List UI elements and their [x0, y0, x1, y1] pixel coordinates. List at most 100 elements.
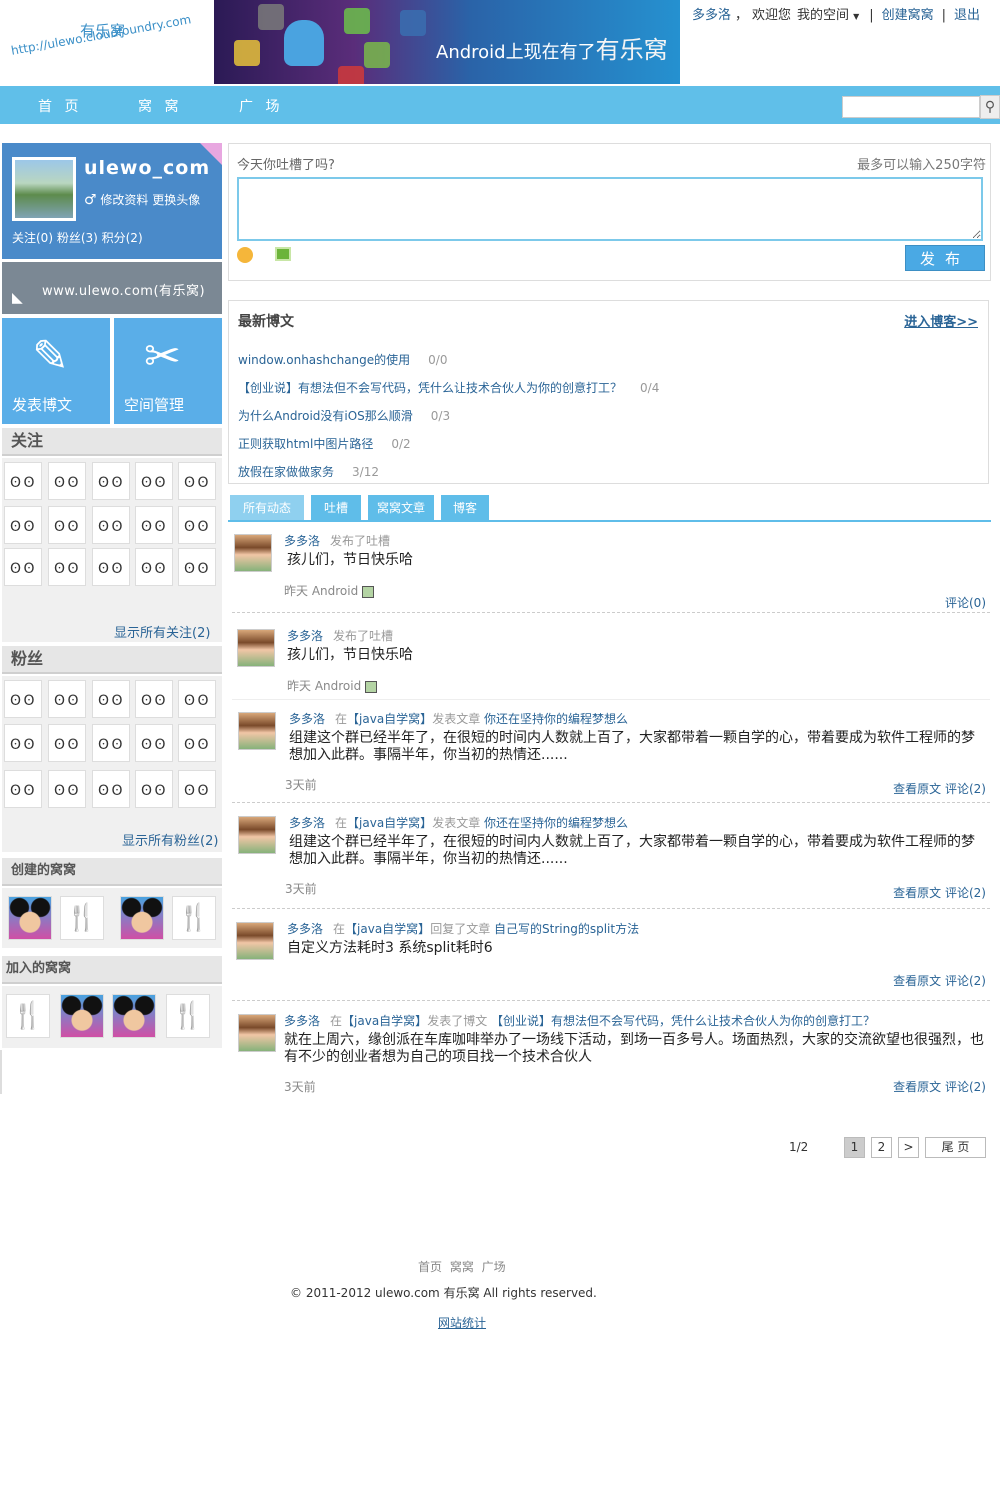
feed-user-link[interactable]: 多多洛	[287, 629, 323, 643]
publish-button[interactable]: 发布	[905, 245, 985, 271]
follow-avatar[interactable]	[135, 548, 173, 586]
blog-title-link[interactable]: window.onhashchange的使用	[238, 353, 410, 367]
profile-counts[interactable]: 关注(0) 粉丝(3) 积分(2)	[12, 229, 143, 246]
fan-avatar[interactable]	[135, 680, 173, 718]
view-original-link[interactable]: 查看原文 评论(2)	[893, 1078, 986, 1095]
article-link[interactable]: 你还在坚持你的编程梦想么	[484, 712, 628, 726]
article-link[interactable]: 你还在坚持你的编程梦想么	[484, 816, 628, 830]
group-avatar[interactable]	[112, 994, 156, 1038]
avatar[interactable]	[236, 922, 274, 960]
blog-title-link[interactable]: 正则获取html中图片路径	[238, 437, 373, 451]
next-page-button[interactable]: >	[898, 1137, 919, 1158]
site-stats-link[interactable]: 网站统计	[438, 1314, 486, 1331]
avatar[interactable]	[12, 157, 76, 221]
fan-avatar[interactable]	[178, 724, 216, 762]
follow-avatar[interactable]	[48, 548, 86, 586]
fan-avatar[interactable]	[92, 680, 130, 718]
fan-avatar[interactable]	[48, 770, 86, 808]
edit-profile-link[interactable]: 修改资料	[100, 193, 148, 207]
fan-avatar[interactable]	[48, 724, 86, 762]
view-original-link[interactable]: 查看原文 评论(2)	[893, 972, 986, 989]
follow-avatar[interactable]	[92, 462, 130, 500]
post-blog-tile[interactable]: ✎ 发表博文	[2, 318, 110, 424]
feed-user-link[interactable]: 多多洛	[287, 922, 323, 936]
search-input[interactable]	[842, 96, 980, 118]
avatar[interactable]	[234, 534, 272, 572]
site-logo[interactable]: 有乐窝 http://ulewo.cloudfoundry.com	[0, 0, 212, 84]
fan-avatar[interactable]	[4, 724, 42, 762]
blog-title-link[interactable]: 放假在家做做家务	[238, 465, 334, 479]
fan-avatar[interactable]	[92, 770, 130, 808]
follow-avatar[interactable]	[4, 506, 42, 544]
view-original-link[interactable]: 查看原文 评论(2)	[893, 884, 986, 901]
show-all-fans-link[interactable]: 显示所有粉丝(2)	[122, 830, 218, 849]
create-wowo-link[interactable]: 创建窝窝	[882, 8, 934, 23]
tab-group-articles[interactable]: 窝窝文章	[368, 495, 434, 521]
follow-avatar[interactable]	[48, 462, 86, 500]
post-textarea[interactable]	[237, 177, 983, 241]
avatar[interactable]	[238, 1014, 276, 1052]
follow-avatar[interactable]	[178, 506, 216, 544]
nav-home[interactable]: 首 页	[38, 96, 82, 116]
avatar[interactable]	[238, 712, 276, 750]
nav-wowo[interactable]: 窝 窝	[138, 96, 182, 116]
comment-link[interactable]: 评论(0)	[945, 594, 986, 611]
image-upload-icon[interactable]	[275, 247, 291, 261]
tab-blog[interactable]: 博客	[441, 495, 489, 521]
article-link[interactable]: 【创业说】有想法但不会写代码，凭什么让技术合伙人为你的创意打工？	[491, 1014, 875, 1028]
feed-user-link[interactable]: 多多洛	[284, 534, 320, 548]
follow-avatar[interactable]	[178, 462, 216, 500]
username-link[interactable]: 多多洛	[692, 8, 731, 23]
fan-avatar[interactable]	[178, 680, 216, 718]
change-avatar-link[interactable]: 更换头像	[152, 193, 200, 207]
enter-blog-link[interactable]: 进入博客>>	[904, 311, 978, 330]
logout-link[interactable]: 退出	[954, 8, 980, 23]
show-all-follows-link[interactable]: 显示所有关注(2)	[114, 622, 210, 641]
emoji-icon[interactable]	[237, 247, 253, 263]
feed-user-link[interactable]: 多多洛	[289, 816, 325, 830]
rss-bar[interactable]: ◣ www.ulewo.com(有乐窝)	[2, 262, 222, 314]
group-link[interactable]: 【java自学窝】	[342, 1014, 427, 1028]
feed-user-link[interactable]: 多多洛	[289, 712, 325, 726]
footer-links[interactable]: 首页 窝窝 广场	[418, 1258, 506, 1275]
follow-avatar[interactable]	[92, 506, 130, 544]
android-banner[interactable]: Android上现在有了有乐窝	[214, 0, 680, 84]
follow-avatar[interactable]	[4, 462, 42, 500]
follow-avatar[interactable]	[4, 548, 42, 586]
avatar[interactable]	[237, 629, 275, 667]
chef-group-icon[interactable]: 🍴	[60, 896, 104, 940]
avatar[interactable]	[238, 816, 276, 854]
article-link[interactable]: 自己写的String的split方法	[494, 922, 639, 936]
blog-title-link[interactable]: 为什么Android没有iOS那么顺滑	[238, 409, 413, 423]
blog-title-link[interactable]: 【创业说】有想法但不会写代码，凭什么让技术合伙人为你的创意打工？	[238, 381, 622, 395]
feed-user-link[interactable]: 多多洛	[284, 1014, 320, 1028]
chef-group-icon[interactable]: 🍴	[172, 896, 216, 940]
group-link[interactable]: 【java自学窝】	[347, 712, 432, 726]
my-space-menu[interactable]: 我的空间 ▼	[795, 8, 861, 23]
follow-avatar[interactable]	[178, 548, 216, 586]
group-avatar[interactable]	[120, 896, 164, 940]
page-1-button[interactable]: 1	[844, 1137, 865, 1158]
nav-square[interactable]: 广 场	[239, 96, 283, 116]
space-manage-tile[interactable]: ✂ 空间管理	[114, 318, 222, 424]
fan-avatar[interactable]	[4, 680, 42, 718]
fan-avatar[interactable]	[4, 770, 42, 808]
fan-avatar[interactable]	[135, 724, 173, 762]
fan-avatar[interactable]	[178, 770, 216, 808]
chef-group-icon[interactable]: 🍴	[166, 994, 210, 1038]
follow-avatar[interactable]	[92, 548, 130, 586]
search-icon[interactable]: ⚲	[980, 95, 1000, 119]
tab-all-activity[interactable]: 所有动态	[230, 495, 304, 521]
fan-avatar[interactable]	[135, 770, 173, 808]
fan-avatar[interactable]	[92, 724, 130, 762]
tab-tucao[interactable]: 吐槽	[311, 495, 361, 521]
follow-avatar[interactable]	[48, 506, 86, 544]
page-2-button[interactable]: 2	[871, 1137, 892, 1158]
group-link[interactable]: 【java自学窝】	[347, 816, 432, 830]
chef-group-icon[interactable]: 🍴	[6, 994, 50, 1038]
group-link[interactable]: 【java自学窝】	[345, 922, 430, 936]
group-avatar[interactable]	[60, 994, 104, 1038]
view-original-link[interactable]: 查看原文 评论(2)	[893, 780, 986, 797]
last-page-button[interactable]: 尾 页	[925, 1137, 986, 1158]
follow-avatar[interactable]	[135, 506, 173, 544]
